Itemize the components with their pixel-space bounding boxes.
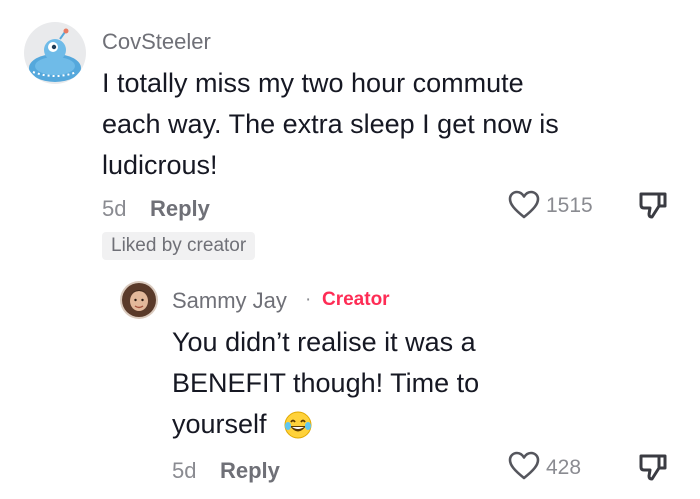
reply-timestamp: 5d [172, 458, 197, 483]
comment-text-line-3: ludicrous! [102, 150, 218, 180]
reply-dislike-button[interactable] [637, 451, 669, 488]
reply-avatar[interactable] [120, 281, 158, 319]
comment-like-count: 1515 [546, 194, 593, 217]
reply-reply-button[interactable]: Reply [220, 458, 280, 484]
alien-avatar-icon [24, 22, 86, 84]
heart-outline-icon [508, 451, 540, 480]
laughing-emoji-icon [283, 410, 313, 445]
thumbs-down-icon [639, 192, 667, 219]
liked-by-creator-badge: Liked by creator [102, 232, 256, 260]
comment-reply-button[interactable]: Reply [150, 196, 210, 222]
comment-dislike-button[interactable] [637, 189, 669, 226]
comment-text-line-1: I totally miss my two hour commute [102, 68, 524, 98]
reply-text-line-1: You didn’t realise it was a [172, 327, 476, 357]
comment-username[interactable]: CovSteeler [102, 29, 211, 55]
creator-badge: Creator [322, 289, 390, 310]
reply-like-button[interactable] [508, 451, 540, 486]
reply-text-line-2: BENEFIT though! Time to [172, 368, 480, 398]
reply-text-line-3: yourself [172, 409, 267, 439]
avatar[interactable] [24, 22, 86, 84]
username-separator: · [305, 289, 312, 310]
face-with-tears-of-joy-icon [284, 411, 312, 439]
reply-like-count: 428 [546, 456, 582, 479]
heart-outline-icon [508, 190, 540, 219]
reply-username[interactable]: Sammy Jay [172, 288, 287, 314]
comment-like-button[interactable] [508, 190, 540, 225]
profile-photo-icon [120, 281, 158, 319]
comment-timestamp: 5d [102, 196, 127, 221]
comment-text-line-2: each way. The extra sleep I get now is [102, 109, 559, 139]
thumbs-down-icon [639, 454, 667, 481]
